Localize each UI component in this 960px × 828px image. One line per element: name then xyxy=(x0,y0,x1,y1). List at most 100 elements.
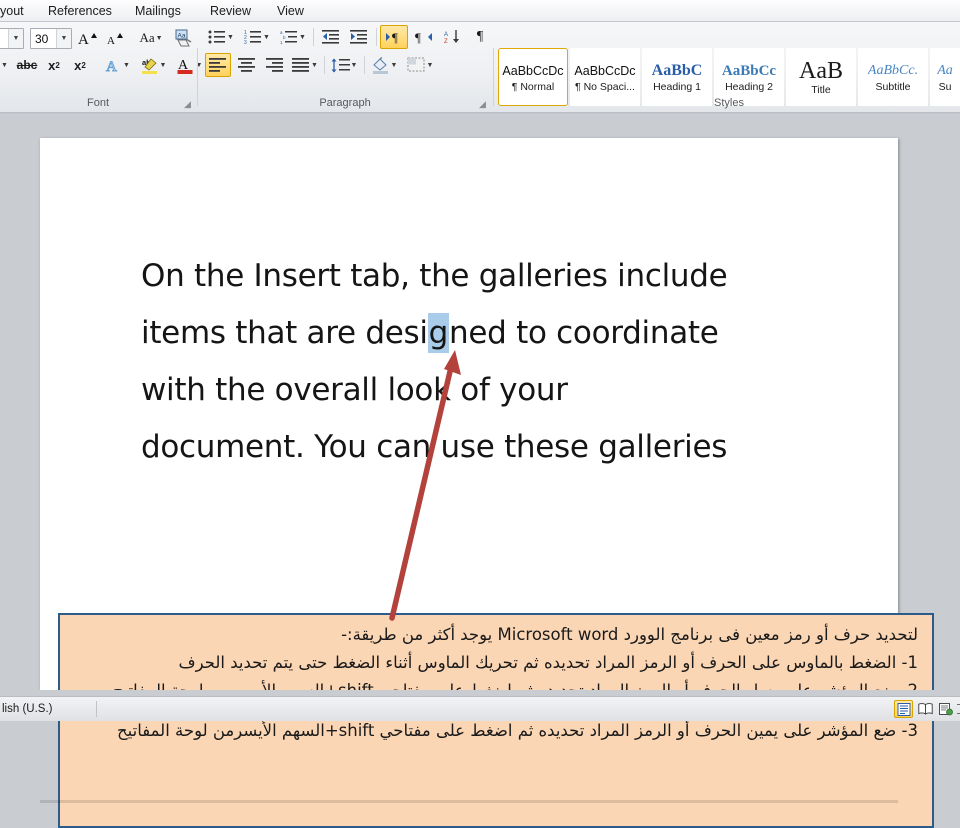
font-name-combo[interactable]: ▼ xyxy=(0,28,24,49)
style-preview: AaBbCc. xyxy=(867,62,919,78)
svg-text:3: 3 xyxy=(244,40,247,45)
outline-view-button[interactable] xyxy=(954,700,960,718)
svg-text:b: b xyxy=(283,35,286,40)
document-page[interactable]: On the Insert tab, the galleries include… xyxy=(40,138,934,828)
print-layout-view-button[interactable] xyxy=(894,700,913,718)
clear-formatting-button[interactable]: Aa xyxy=(172,26,196,50)
svg-text:A: A xyxy=(78,32,89,47)
style-name: Su xyxy=(938,80,952,93)
shading-button[interactable]: ▼ xyxy=(368,53,400,77)
svg-text:Z: Z xyxy=(444,39,448,45)
group-separator xyxy=(197,48,198,106)
group-label-font: Font xyxy=(86,97,109,109)
group-separator xyxy=(376,28,377,46)
group-separator xyxy=(313,28,314,46)
document-line: items that are designed to coordinate xyxy=(141,305,841,362)
style-preview: Aa xyxy=(937,62,953,78)
paragraph-dialog-launcher[interactable]: ◢ xyxy=(477,99,488,110)
tab-mailings[interactable]: Mailings xyxy=(135,0,181,22)
line-text: with the overall look of your xyxy=(141,372,568,408)
left-to-right-text-direction-button[interactable]: ¶ xyxy=(380,25,408,49)
shrink-font-button[interactable]: A xyxy=(104,27,128,49)
ribbon-body: ▼ 30 ▼ A A Aa ▼ Aa ▼ abc x 2 x 2 A ▼ ab … xyxy=(0,22,960,112)
document-line: with the overall look of your xyxy=(141,362,841,419)
group-label-styles: Styles xyxy=(714,97,744,109)
font-size-value: 30 xyxy=(35,31,49,46)
chevron-down-icon[interactable]: ▼ xyxy=(56,29,71,48)
arabic-step-3: 3- ضع المؤشر على يمين الحرف أو الرمز الم… xyxy=(117,721,918,740)
numbering-button[interactable]: 1 2 3 ▼ xyxy=(242,26,272,48)
svg-text:1: 1 xyxy=(280,40,283,45)
status-language[interactable]: lish (U.S.) xyxy=(2,701,52,717)
borders-button[interactable]: ▼ xyxy=(404,53,436,77)
justify-button[interactable]: ▼ xyxy=(290,53,320,77)
group-label-paragraph: Paragraph xyxy=(319,97,371,109)
full-screen-reading-view-button[interactable] xyxy=(916,700,935,718)
tab-view[interactable]: View xyxy=(277,0,304,22)
tab-page-layout[interactable]: yout xyxy=(0,0,24,22)
sort-button[interactable]: A Z xyxy=(440,26,466,48)
ribbon: yout References Mailings Review View ▼ 3… xyxy=(0,0,960,112)
style-name: ¶ Normal xyxy=(511,80,555,93)
align-right-button[interactable] xyxy=(262,53,288,77)
svg-text:Aa: Aa xyxy=(178,33,186,40)
line-text-before: items that are desi xyxy=(141,315,428,351)
style-preview: AaBbCcDc xyxy=(574,63,636,78)
align-center-button[interactable] xyxy=(234,53,260,77)
style-name: Heading 2 xyxy=(725,80,773,93)
style-preview: AaB xyxy=(799,57,843,84)
selected-character[interactable]: g xyxy=(427,313,450,353)
tab-review[interactable]: Review xyxy=(210,0,251,22)
svg-text:A: A xyxy=(444,32,448,38)
svg-text:A: A xyxy=(106,59,117,74)
increase-indent-button[interactable] xyxy=(346,26,372,48)
show-formatting-marks-button[interactable]: ¶ xyxy=(468,26,492,48)
right-to-left-text-direction-button[interactable]: ¶ xyxy=(410,25,438,49)
text-highlight-color-button[interactable]: ab ▼ xyxy=(136,54,170,76)
font-dialog-launcher[interactable]: ◢ xyxy=(182,99,193,110)
change-case-button[interactable]: Aa ▼ xyxy=(134,27,168,49)
text-effects-button[interactable]: A ▼ xyxy=(100,54,134,76)
ribbon-tab-bar: yout References Mailings Review View xyxy=(0,0,960,22)
multilevel-list-button[interactable]: a b 1 ▼ xyxy=(278,26,308,48)
page-bottom-shadow xyxy=(40,800,898,803)
font-size-combo[interactable]: 30 ▼ xyxy=(30,28,72,49)
style-name: ¶ No Spaci... xyxy=(575,80,635,93)
tab-references[interactable]: References xyxy=(48,0,112,22)
status-bar: lish (U.S.) xyxy=(0,696,960,721)
align-left-button[interactable] xyxy=(205,53,231,77)
svg-text:¶: ¶ xyxy=(415,30,421,45)
decrease-indent-button[interactable] xyxy=(318,26,344,48)
document-line: On the Insert tab, the galleries include xyxy=(141,248,841,305)
line-text: On the Insert tab, the galleries include xyxy=(141,258,728,294)
style-name: Title xyxy=(811,83,831,96)
svg-text:A: A xyxy=(107,35,115,47)
web-layout-view-button[interactable] xyxy=(936,700,955,718)
group-separator xyxy=(493,48,494,106)
line-text: document. You can use these galleries xyxy=(141,429,728,465)
arabic-step-1: 1- الضغط بالماوس على الحرف أو الرمز المر… xyxy=(178,653,918,672)
style-name: Heading 1 xyxy=(653,80,701,93)
style-preview: AaBbCcDc xyxy=(502,63,564,78)
status-separator xyxy=(96,701,97,717)
svg-text:¶: ¶ xyxy=(392,30,398,45)
arabic-intro-line: لتحديد حرف أو رمز معين فى برنامج الوورد … xyxy=(341,625,918,644)
superscript-button[interactable]: x2 xyxy=(68,54,92,76)
group-separator xyxy=(324,56,325,74)
grow-font-button[interactable]: A xyxy=(76,27,100,49)
document-workspace[interactable]: On the Insert tab, the galleries include… xyxy=(0,112,960,828)
workspace-top-shadow xyxy=(0,112,960,114)
style-preview: AaBbCc xyxy=(721,62,777,79)
bullets-button[interactable]: ▼ xyxy=(206,26,236,48)
chevron-down-icon[interactable]: ▼ xyxy=(8,29,23,48)
underline-dropdown-button[interactable]: ▼ xyxy=(0,54,12,76)
subscript-button[interactable]: x2 xyxy=(42,54,66,76)
style-name: Subtitle xyxy=(875,80,911,93)
line-text-after: ned to coordinate xyxy=(449,315,719,351)
document-line: document. You can use these galleries xyxy=(141,419,841,476)
line-spacing-button[interactable]: ▼ xyxy=(328,53,360,77)
style-preview: AaBbC xyxy=(651,61,703,79)
strikethrough-button[interactable]: abc xyxy=(14,54,40,76)
document-text[interactable]: On the Insert tab, the galleries include… xyxy=(141,248,841,476)
font-color-button[interactable]: A ▼ xyxy=(172,54,206,76)
